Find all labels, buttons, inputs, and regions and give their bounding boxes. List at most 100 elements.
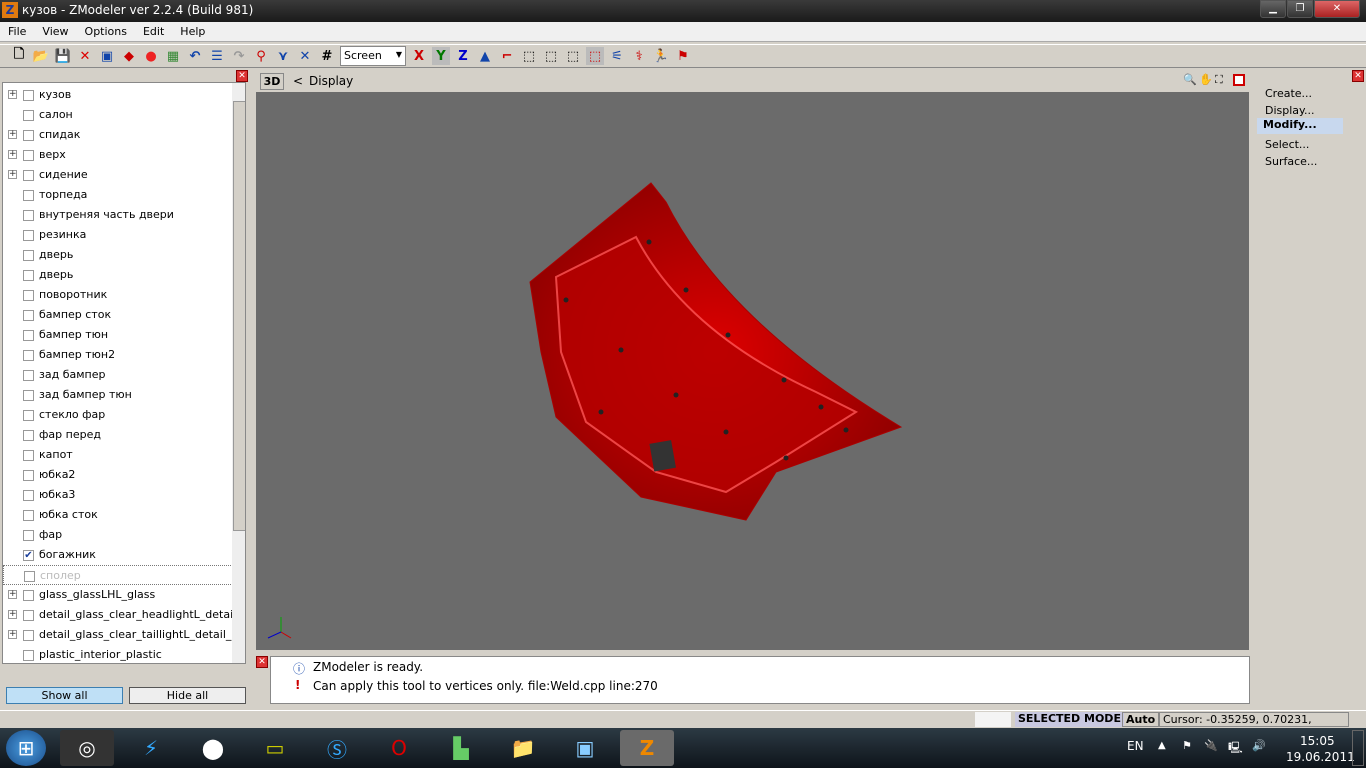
- tree-item[interactable]: юбка3: [3, 485, 233, 505]
- taskbar-app[interactable]: ◎: [60, 730, 114, 766]
- visibility-checkbox[interactable]: [23, 610, 34, 621]
- tree-item[interactable]: бампер тюн2: [3, 345, 233, 365]
- show-all-button[interactable]: Show all: [6, 687, 123, 704]
- undo-icon[interactable]: ↶: [186, 47, 204, 65]
- visibility-checkbox[interactable]: [23, 350, 34, 361]
- open-icon[interactable]: 📂: [32, 47, 50, 65]
- visibility-checkbox[interactable]: [23, 530, 34, 541]
- maximize-button[interactable]: ❐: [1287, 0, 1313, 18]
- tree-item[interactable]: ✔ богажник: [3, 545, 233, 565]
- close-panel-icon[interactable]: ✕: [236, 70, 248, 82]
- tree-item[interactable]: бампер тюн: [3, 325, 233, 345]
- command-create[interactable]: Create...: [1265, 87, 1312, 100]
- magnet-icon[interactable]: ⚲: [252, 47, 270, 65]
- visibility-checkbox[interactable]: [23, 170, 34, 181]
- tree-item[interactable]: зад бампер тюн: [3, 385, 233, 405]
- taskbar-app[interactable]: ▣: [558, 730, 612, 766]
- power-icon[interactable]: 🔌: [1204, 739, 1218, 752]
- tray-expand-icon[interactable]: ▲: [1158, 740, 1166, 751]
- save-icon[interactable]: 💾: [54, 47, 72, 65]
- import-icon[interactable]: ▣: [98, 47, 116, 65]
- visibility-checkbox[interactable]: [24, 571, 35, 582]
- visibility-checkbox[interactable]: [23, 150, 34, 161]
- visibility-checkbox[interactable]: [23, 230, 34, 241]
- command-surface[interactable]: Surface...: [1265, 155, 1317, 168]
- taskbar-app-zmodeler[interactable]: Z: [620, 730, 674, 766]
- start-button[interactable]: ⊞: [6, 730, 46, 766]
- axis-z-toggle[interactable]: Z: [454, 47, 472, 65]
- notes-icon[interactable]: ☰: [208, 47, 226, 65]
- menu-edit[interactable]: Edit: [135, 22, 172, 38]
- figure-icon[interactable]: 🏃: [652, 47, 670, 65]
- taskbar-app[interactable]: ▭: [248, 730, 302, 766]
- redo-icon[interactable]: ↷: [230, 47, 248, 65]
- pan-icon[interactable]: ✋: [1199, 73, 1213, 86]
- select-group-icon[interactable]: ⬚: [564, 47, 582, 65]
- network-icon[interactable]: 🖳: [1228, 739, 1243, 758]
- vertex-icon[interactable]: ⋎: [274, 47, 292, 65]
- tree-item[interactable]: резинка: [3, 225, 233, 245]
- visibility-checkbox[interactable]: [23, 410, 34, 421]
- tree-item[interactable]: plastic_interior_plastic: [3, 645, 233, 663]
- pivot-icon[interactable]: ▲: [476, 47, 494, 65]
- tree-item[interactable]: бампер сток: [3, 305, 233, 325]
- tree-item[interactable]: сполер: [3, 565, 233, 585]
- visibility-checkbox[interactable]: [23, 290, 34, 301]
- visibility-checkbox[interactable]: [23, 270, 34, 281]
- taskbar-app[interactable]: Ⓢ: [310, 730, 364, 766]
- grid-icon[interactable]: #: [318, 47, 336, 65]
- material-icon[interactable]: ●: [142, 47, 160, 65]
- tree-item[interactable]: + спидак: [3, 125, 233, 145]
- visibility-checkbox[interactable]: [23, 470, 34, 481]
- taskbar-app[interactable]: ⬤: [186, 730, 240, 766]
- coord-system-select[interactable]: Screen: [340, 46, 406, 66]
- tree-item[interactable]: + сидение: [3, 165, 233, 185]
- tree-scrollbar[interactable]: [232, 83, 245, 663]
- close-command-panel-icon[interactable]: ✕: [1352, 70, 1364, 82]
- dummy-icon[interactable]: ⚑: [674, 47, 692, 65]
- expand-icon[interactable]: +: [8, 150, 17, 159]
- tree-item[interactable]: салон: [3, 105, 233, 125]
- visibility-checkbox[interactable]: [23, 330, 34, 341]
- close-messages-icon[interactable]: ✕: [256, 656, 268, 668]
- menu-view[interactable]: View: [34, 22, 76, 38]
- close-button[interactable]: ✕: [1314, 0, 1360, 18]
- fit-icon[interactable]: ⛶: [1215, 73, 1223, 87]
- visibility-checkbox[interactable]: [23, 310, 34, 321]
- expand-icon[interactable]: +: [8, 90, 17, 99]
- tree-item[interactable]: юбка2: [3, 465, 233, 485]
- menu-help[interactable]: Help: [172, 22, 213, 38]
- command-select[interactable]: Select...: [1265, 138, 1309, 151]
- tree-item[interactable]: торпеда: [3, 185, 233, 205]
- menu-file[interactable]: File: [0, 22, 34, 38]
- axis-y-toggle[interactable]: Y: [432, 47, 450, 65]
- select-vertex-icon[interactable]: ⌐: [498, 47, 516, 65]
- tree-item[interactable]: внутреняя часть двери: [3, 205, 233, 225]
- export-icon[interactable]: ◆: [120, 47, 138, 65]
- visibility-checkbox[interactable]: [23, 510, 34, 521]
- tree-item[interactable]: стекло фар: [3, 405, 233, 425]
- texture-icon[interactable]: ▦: [164, 47, 182, 65]
- select-face-icon[interactable]: ⬚: [520, 47, 538, 65]
- back-button[interactable]: <: [293, 74, 303, 88]
- maximize-view-icon[interactable]: [1233, 74, 1245, 86]
- tree-item[interactable]: + glass_glassLHL_glass: [3, 585, 233, 605]
- select-object-icon[interactable]: ⬚: [542, 47, 560, 65]
- tree-item[interactable]: дверь: [3, 265, 233, 285]
- taskbar-app[interactable]: ▙: [434, 730, 488, 766]
- taskbar-app[interactable]: 📁: [496, 730, 550, 766]
- visibility-checkbox[interactable]: [23, 390, 34, 401]
- visibility-checkbox[interactable]: [23, 110, 34, 121]
- expand-icon[interactable]: +: [8, 170, 17, 179]
- command-modify[interactable]: Modify...: [1257, 118, 1343, 134]
- visibility-checkbox[interactable]: [23, 490, 34, 501]
- minimize-button[interactable]: ▁: [1260, 0, 1286, 18]
- axis-x-toggle[interactable]: X: [410, 47, 428, 65]
- light-icon[interactable]: ⚟: [608, 47, 626, 65]
- select-all-icon[interactable]: ⬚: [586, 47, 604, 65]
- tree-item[interactable]: юбка сток: [3, 505, 233, 525]
- visibility-checkbox[interactable]: [23, 190, 34, 201]
- visibility-checkbox[interactable]: [23, 250, 34, 261]
- language-indicator[interactable]: EN: [1127, 739, 1144, 753]
- command-display[interactable]: Display...: [1265, 104, 1314, 117]
